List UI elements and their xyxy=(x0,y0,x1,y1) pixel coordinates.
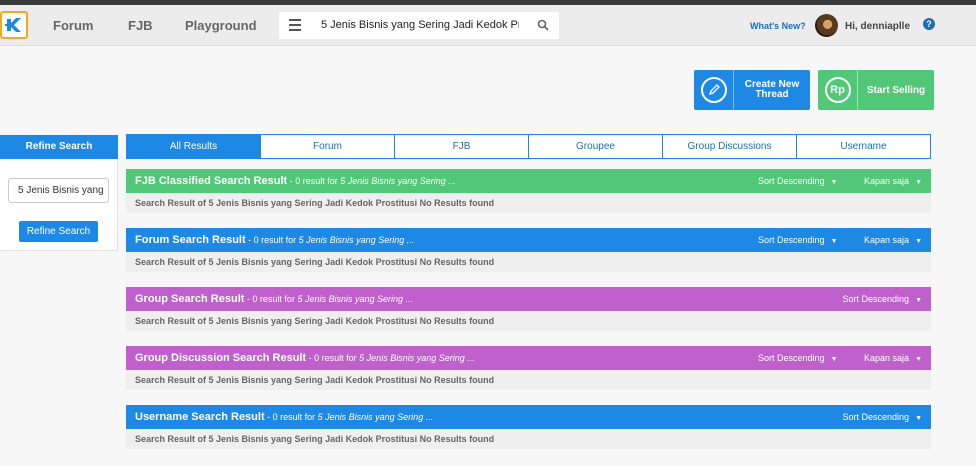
section-title: Group Search Result xyxy=(135,293,245,305)
refine-search-header: Refine Search xyxy=(0,135,118,159)
caret-down-icon: ▼ xyxy=(915,238,922,245)
section-query: 5 Jenis Bisnis yang Sering ... xyxy=(359,353,475,363)
sort-dropdown[interactable]: Sort Descending ▼ xyxy=(746,176,837,186)
section-title: FJB Classified Search Result xyxy=(135,175,288,187)
tab-all-results[interactable]: All Results xyxy=(127,135,261,158)
sort-label: Sort Descending xyxy=(758,235,825,245)
avatar[interactable] xyxy=(815,14,838,37)
search-bar: 5 Jenis Bisnis yang Sering Jadi Kedok Pr… xyxy=(279,12,559,39)
time-label: Kapan saja xyxy=(864,176,910,186)
create-thread-label: Create New Thread xyxy=(744,79,800,100)
section-body: Search Result of 5 Jenis Bisnis yang Ser… xyxy=(126,429,931,449)
search-input[interactable]: 5 Jenis Bisnis yang Sering Jadi Kedok Pr… xyxy=(321,19,519,31)
refine-search-button[interactable]: Refine Search xyxy=(19,221,98,242)
nav-fjb[interactable]: FJB xyxy=(128,18,153,33)
caret-down-icon: ▼ xyxy=(830,356,838,363)
tab-forum[interactable]: Forum xyxy=(261,135,395,158)
section-subtitle: - 0 result for xyxy=(264,412,318,422)
tab-username[interactable]: Username xyxy=(797,135,930,158)
section-header: Group Search Result - 0 result for 5 Jen… xyxy=(126,287,931,311)
result-tabs: All Results Forum FJB Groupee Group Disc… xyxy=(126,134,931,159)
section-title: Forum Search Result xyxy=(135,234,246,246)
caret-down-icon: ▼ xyxy=(915,297,922,304)
top-navbar: Forum FJB Playground 5 Jenis Bisnis yang… xyxy=(0,5,976,46)
tab-fjb[interactable]: FJB xyxy=(395,135,529,158)
section-header: Group Discussion Search Result - 0 resul… xyxy=(126,346,931,370)
nav-forum[interactable]: Forum xyxy=(53,18,93,33)
help-icon[interactable]: ? xyxy=(923,18,935,30)
sort-dropdown[interactable]: Sort Descending ▼ xyxy=(831,294,922,304)
time-label: Kapan saja xyxy=(864,235,910,245)
group-discussion-result-section: Group Discussion Search Result - 0 resul… xyxy=(126,346,931,390)
rupiah-icon: Rp xyxy=(824,77,851,103)
sort-label: Sort Descending xyxy=(842,294,910,304)
group-result-section: Group Search Result - 0 result for 5 Jen… xyxy=(126,287,931,331)
sort-label: Sort Descending xyxy=(842,412,910,422)
start-selling-label: Start Selling xyxy=(866,84,926,96)
section-subtitle: - 0 result for xyxy=(287,176,341,186)
section-query: 5 Jenis Bisnis yang Sering ... xyxy=(317,412,434,422)
section-query: 5 Jenis Bisnis yang Sering ... xyxy=(298,235,415,245)
sort-dropdown[interactable]: Sort Descending ▼ xyxy=(746,235,837,245)
search-icon[interactable] xyxy=(537,19,549,31)
tab-groupee[interactable]: Groupee xyxy=(529,135,663,158)
caret-down-icon: ▼ xyxy=(915,179,922,186)
sort-label: Sort Descending xyxy=(758,353,825,363)
sort-dropdown[interactable]: Sort Descending ▼ xyxy=(746,353,837,363)
section-header: Forum Search Result - 0 result for 5 Jen… xyxy=(126,228,931,252)
user-greeting[interactable]: Hi, denniaplle xyxy=(845,21,910,32)
kaskus-logo-icon[interactable] xyxy=(0,11,28,39)
section-body: Search Result of 5 Jenis Bisnis yang Ser… xyxy=(126,252,931,272)
time-dropdown[interactable]: Kapan saja ▼ xyxy=(852,353,922,363)
caret-down-icon: ▼ xyxy=(830,238,838,245)
tab-group-discussions[interactable]: Group Discussions xyxy=(663,135,797,158)
fjb-result-section: FJB Classified Search Result - 0 result … xyxy=(126,169,931,213)
caret-down-icon: ▼ xyxy=(830,179,838,186)
section-body: Search Result of 5 Jenis Bisnis yang Ser… xyxy=(126,311,931,331)
sort-label: Sort Descending xyxy=(758,176,825,186)
time-dropdown[interactable]: Kapan saja ▼ xyxy=(852,176,922,186)
time-label: Kapan saja xyxy=(864,353,910,363)
forum-result-section: Forum Search Result - 0 result for 5 Jen… xyxy=(126,228,931,272)
section-query: 5 Jenis Bisnis yang Sering ... xyxy=(340,176,456,186)
section-header: Username Search Result - 0 result for 5 … xyxy=(126,405,931,429)
create-new-thread-button[interactable]: Create New Thread xyxy=(694,70,810,110)
whats-new-link[interactable]: What's New? xyxy=(750,21,806,31)
caret-down-icon: ▼ xyxy=(915,356,922,363)
section-body: Search Result of 5 Jenis Bisnis yang Ser… xyxy=(126,193,931,213)
refine-search-panel: 5 Jenis Bisnis yang Refine Search xyxy=(0,159,118,251)
section-subtitle: - 0 result for xyxy=(244,294,298,304)
nav-playground[interactable]: Playground xyxy=(185,18,257,33)
hamburger-menu-icon[interactable] xyxy=(289,19,301,31)
caret-down-icon: ▼ xyxy=(915,415,922,422)
section-query: 5 Jenis Bisnis yang Sering ... xyxy=(297,294,413,304)
sort-dropdown[interactable]: Sort Descending ▼ xyxy=(831,412,922,422)
sell-icon-wrap: Rp xyxy=(818,70,858,110)
start-selling-button[interactable]: Rp Start Selling xyxy=(818,70,934,110)
pencil-icon xyxy=(700,77,727,103)
section-subtitle: - 0 result for xyxy=(245,235,299,245)
section-subtitle: - 0 result for xyxy=(306,353,360,363)
refine-search-input[interactable]: 5 Jenis Bisnis yang xyxy=(8,178,109,203)
section-body: Search Result of 5 Jenis Bisnis yang Ser… xyxy=(126,370,931,390)
section-title: Username Search Result xyxy=(135,411,265,423)
create-icon-wrap xyxy=(694,70,734,110)
section-title: Group Discussion Search Result xyxy=(135,352,307,364)
section-header: FJB Classified Search Result - 0 result … xyxy=(126,169,931,193)
time-dropdown[interactable]: Kapan saja ▼ xyxy=(852,235,922,245)
username-result-section: Username Search Result - 0 result for 5 … xyxy=(126,405,931,449)
